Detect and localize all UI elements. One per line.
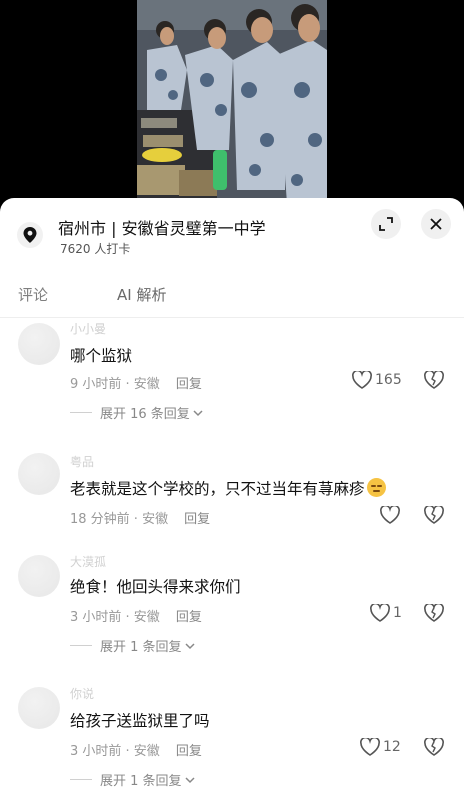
location-title[interactable]: 宿州市 | 安徽省灵璧第一中学 — [58, 215, 266, 239]
broken-heart-icon — [424, 736, 444, 756]
comment-time: 3 小时前 · 安徽 — [70, 610, 160, 625]
comment-username[interactable]: 粤品 — [70, 453, 94, 470]
video-thumbnail-image — [137, 0, 327, 204]
like-button[interactable]: 165 — [352, 371, 402, 389]
minimize-icon — [379, 217, 393, 231]
divider-line — [70, 645, 92, 646]
tab-comments[interactable]: 评论 — [18, 284, 48, 305]
smug-face-emoji-icon — [366, 478, 386, 497]
comment-time: 3 小时前 · 安徽 — [70, 744, 160, 759]
dislike-button[interactable] — [424, 504, 444, 528]
reply-button[interactable]: 回复 — [176, 744, 202, 759]
avatar[interactable] — [18, 687, 60, 729]
broken-heart-icon — [424, 602, 444, 622]
location-header[interactable]: 宿州市 | 安徽省灵璧第一中学 7620 人打卡 — [0, 198, 464, 272]
like-button[interactable]: 12 — [360, 738, 401, 756]
dislike-button[interactable] — [424, 736, 444, 760]
divider-line — [70, 412, 92, 413]
expand-replies-label[interactable]: 展开 1 条回复 — [100, 636, 182, 655]
expand-replies-label[interactable]: 展开 16 条回复 — [100, 403, 190, 422]
avatar[interactable] — [18, 555, 60, 597]
avatar[interactable] — [18, 323, 60, 365]
avatar[interactable] — [18, 453, 60, 495]
dislike-button[interactable] — [424, 602, 444, 626]
expand-replies-button[interactable]: 展开 1 条回复 — [70, 770, 195, 789]
comment-meta: 3 小时前 · 安徽 回复 — [70, 606, 202, 625]
map-pin-icon — [17, 222, 43, 248]
comment-time: 18 分钟前 · 安徽 — [70, 512, 169, 527]
minimize-button[interactable] — [371, 209, 401, 239]
like-count: 12 — [383, 739, 401, 755]
heart-icon — [360, 738, 380, 756]
checkin-count: 7620 人打卡 — [60, 242, 131, 256]
video-preview-area[interactable] — [0, 0, 464, 204]
expand-replies-button[interactable]: 展开 16 条回复 — [70, 403, 203, 422]
close-button[interactable] — [421, 209, 451, 239]
comment-text: 哪个监狱 — [70, 347, 133, 365]
tab-ai-analysis[interactable]: AI 解析 — [117, 284, 166, 305]
chevron-down-icon — [185, 776, 195, 783]
comment-time: 9 小时前 · 安徽 — [70, 377, 160, 392]
like-count: 1 — [393, 605, 402, 621]
dislike-button[interactable] — [424, 369, 444, 393]
comment-meta: 3 小时前 · 安徽 回复 — [70, 740, 202, 759]
heart-icon — [380, 506, 400, 524]
broken-heart-icon — [424, 369, 444, 389]
comment-meta: 9 小时前 · 安徽 回复 — [70, 373, 202, 392]
comments-sheet: 宿州市 | 安徽省灵璧第一中学 7620 人打卡 评论 AI 解析 小小曼 哪个… — [0, 198, 464, 800]
comment-username[interactable]: 你说 — [70, 685, 94, 702]
heart-icon — [352, 371, 372, 389]
comment-username[interactable]: 大漠孤 — [70, 553, 106, 570]
divider-line — [70, 779, 92, 780]
heart-icon — [370, 604, 390, 622]
close-icon — [430, 218, 442, 230]
chevron-down-icon — [193, 409, 203, 416]
comment-text: 绝食！他回头得来求你们 — [70, 578, 241, 596]
comment-text: 给孩子送监狱里了吗 — [70, 712, 210, 730]
comment-text: 老表就是这个学校的，只不过当年有荨麻疹 — [70, 477, 386, 499]
reply-button[interactable]: 回复 — [176, 610, 202, 625]
expand-replies-label[interactable]: 展开 1 条回复 — [100, 770, 182, 789]
tab-bar: 评论 AI 解析 — [0, 278, 464, 318]
like-button[interactable]: 1 — [370, 604, 402, 622]
comment-text-body: 老表就是这个学校的，只不过当年有荨麻疹 — [70, 480, 365, 498]
like-count: 165 — [375, 372, 402, 388]
comment-meta: 18 分钟前 · 安徽 回复 — [70, 508, 210, 527]
comment-username[interactable]: 小小曼 — [70, 320, 106, 337]
expand-replies-button[interactable]: 展开 1 条回复 — [70, 636, 195, 655]
video-frame[interactable] — [137, 0, 327, 204]
reply-button[interactable]: 回复 — [184, 512, 210, 527]
like-button[interactable] — [380, 506, 403, 524]
reply-button[interactable]: 回复 — [176, 377, 202, 392]
broken-heart-icon — [424, 504, 444, 524]
chevron-down-icon — [185, 642, 195, 649]
